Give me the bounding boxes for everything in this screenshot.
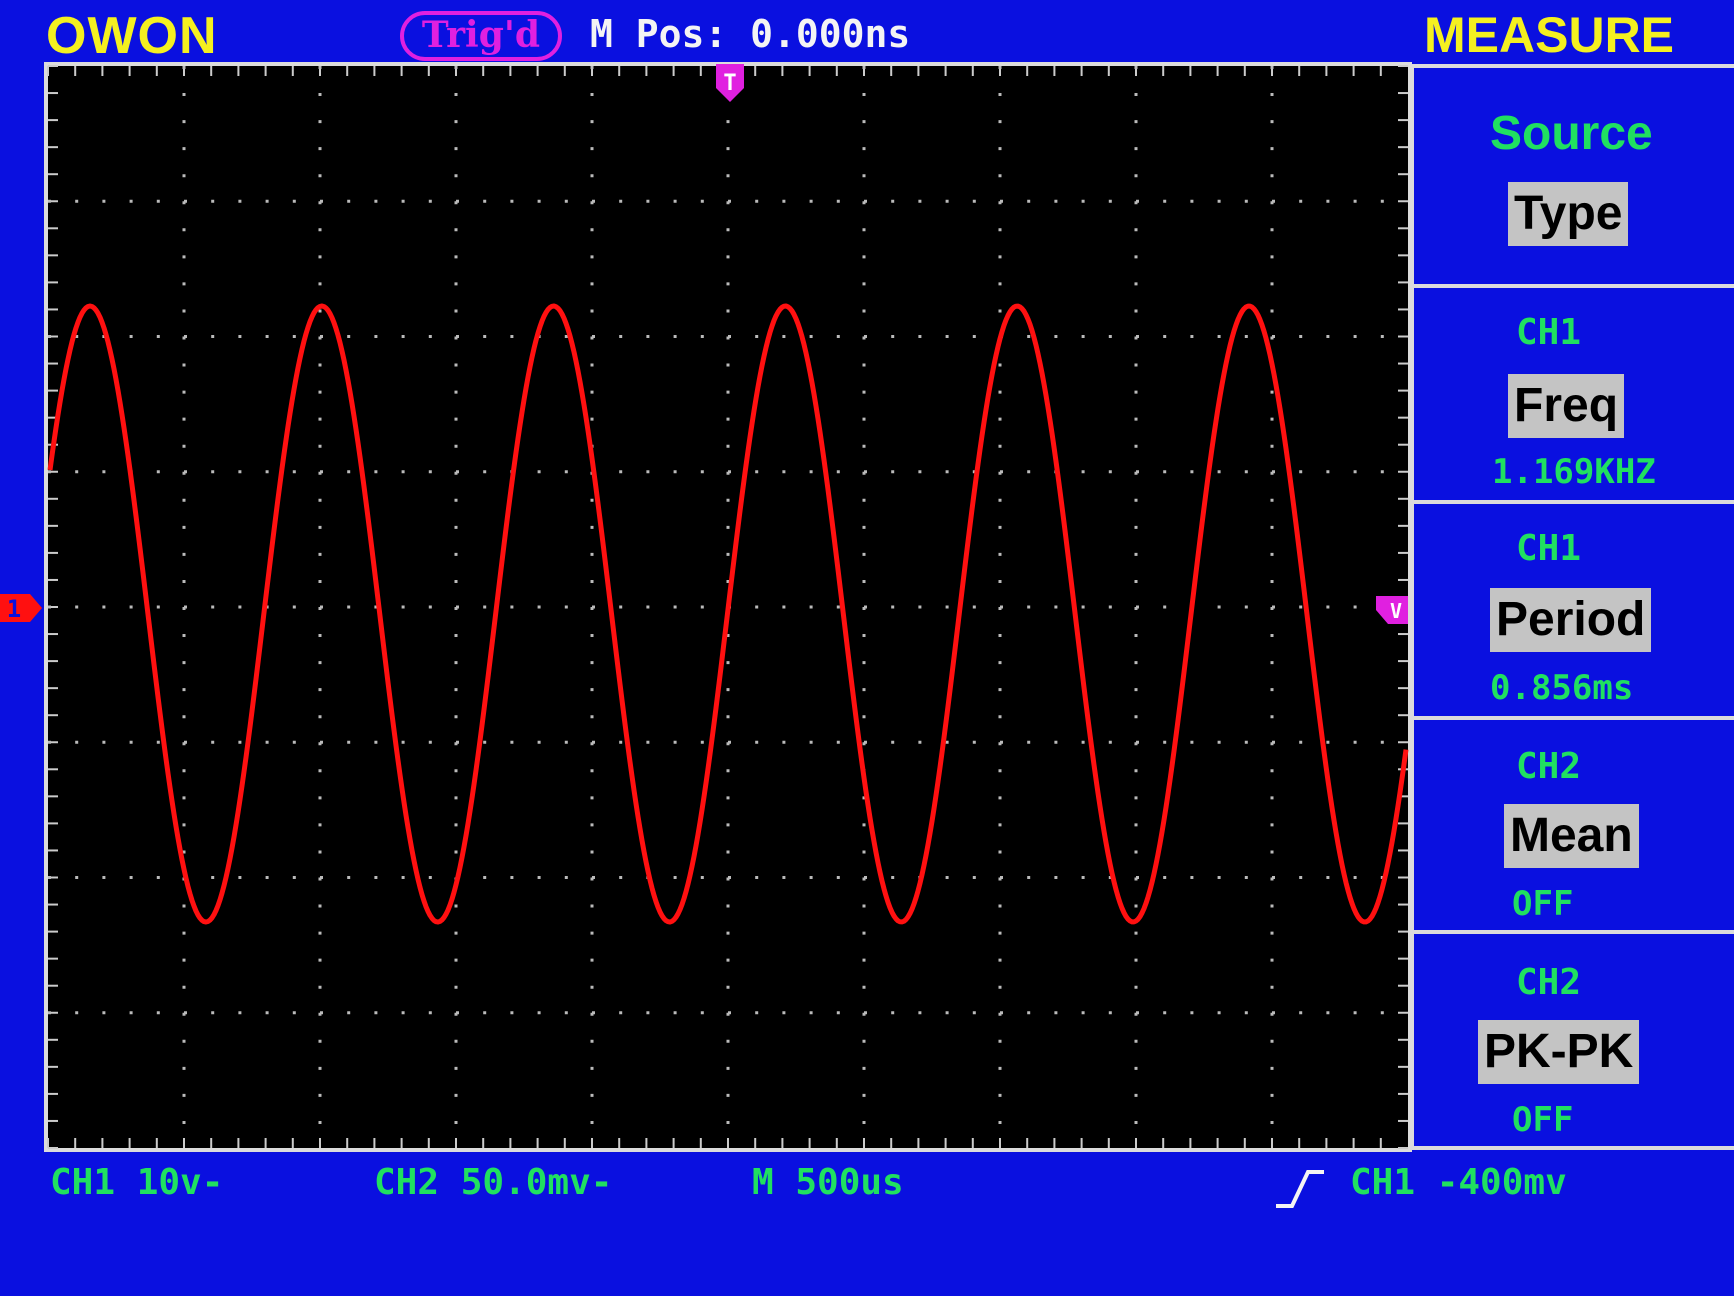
menu-item-2-measure[interactable]: Period xyxy=(1490,588,1652,652)
trigger-info: CH1 -400mv xyxy=(1350,1162,1567,1203)
timebase: M 500us xyxy=(752,1162,904,1203)
rising-edge-icon xyxy=(1276,1170,1324,1208)
menu-item-2-channel: CH1 xyxy=(1516,528,1582,569)
type-button[interactable]: Type xyxy=(1508,182,1629,246)
menu-item-2-value: 0.856ms xyxy=(1490,668,1634,708)
ch1-ground-marker-label: 1 xyxy=(7,595,21,623)
oscilloscope-screen: OWON Trig'd M Pos: 0.000ns MEASURE T 1 V… xyxy=(0,0,1734,1296)
menu-item-1-channel: CH1 xyxy=(1516,312,1582,353)
menu-item-4-value: OFF xyxy=(1512,1100,1574,1140)
menu-item-3-measure[interactable]: Mean xyxy=(1504,804,1639,868)
menu-item-4-channel: CH2 xyxy=(1516,962,1582,1003)
menu-box-source[interactable] xyxy=(1414,68,1734,288)
menu-item-1-value: 1.169KHZ xyxy=(1492,452,1656,492)
menu-item-1-measure[interactable]: Freq xyxy=(1508,374,1625,438)
ch1-ground-marker[interactable]: 1 xyxy=(0,594,42,623)
source-label: Source xyxy=(1490,107,1653,160)
menu-item-3-value: OFF xyxy=(1512,884,1574,924)
ch1-scale: CH1 10v- xyxy=(50,1162,224,1203)
menu-item-3-channel: CH2 xyxy=(1516,746,1582,787)
trigger-level-marker-label: V xyxy=(1390,599,1402,623)
trigger-time-marker-label: T xyxy=(723,71,736,96)
ch2-scale: CH2 50.0mv- xyxy=(374,1162,613,1203)
menu-item-4-measure[interactable]: PK-PK xyxy=(1478,1020,1640,1084)
